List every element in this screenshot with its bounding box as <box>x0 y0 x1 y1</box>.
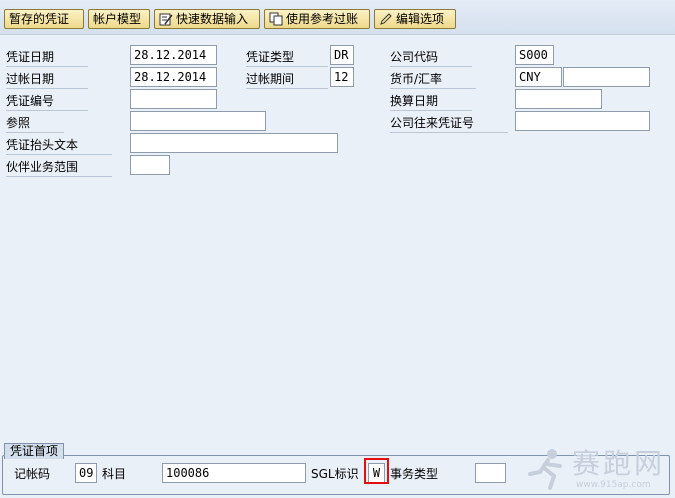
copy-document-icon <box>269 12 283 26</box>
fast-data-entry-label: 快速数据输入 <box>176 12 249 26</box>
watermark-url: www.915ap.com <box>576 480 651 490</box>
post-with-reference-button[interactable]: 使用参考过账 <box>264 9 370 29</box>
posting-date-label: 过帐日期 <box>6 72 89 89</box>
partner-business-area-label: 伙伴业务范围 <box>6 160 113 177</box>
company-code-label: 公司代码 <box>390 50 473 67</box>
header-text-field[interactable] <box>130 133 338 153</box>
fast-data-entry-button[interactable]: 快速数据输入 <box>154 9 260 29</box>
highlight-box <box>364 458 389 484</box>
account-field[interactable]: 100086 <box>162 463 306 483</box>
cross-company-number-field[interactable] <box>515 111 650 131</box>
cross-company-number-label: 公司往来凭证号 <box>390 116 509 133</box>
translation-date-field[interactable] <box>515 89 602 109</box>
watermark-text: 赛跑网 <box>572 447 666 480</box>
parked-documents-label: 暂存的凭证 <box>9 12 70 26</box>
exchange-rate-field[interactable] <box>563 67 650 87</box>
post-with-reference-label: 使用参考过账 <box>286 12 359 26</box>
pencil-icon <box>379 12 393 26</box>
document-number-field[interactable] <box>130 89 217 109</box>
parked-documents-button[interactable]: 暂存的凭证 <box>4 9 84 29</box>
account-model-label: 帐户模型 <box>93 12 142 26</box>
transaction-type-label: 事务类型 <box>390 467 439 481</box>
editing-options-label: 编辑选项 <box>396 12 445 26</box>
reference-label: 参照 <box>6 116 65 133</box>
posting-date-field[interactable]: 28.12.2014 <box>130 67 217 87</box>
partner-business-area-field[interactable] <box>130 155 170 175</box>
running-figure-icon <box>528 449 562 490</box>
transaction-type-field[interactable] <box>475 463 506 483</box>
currency-field[interactable]: CNY <box>515 67 562 87</box>
first-line-item-title: 凭证首项 <box>4 443 65 459</box>
document-type-label: 凭证类型 <box>246 50 329 67</box>
form-edit-icon <box>159 12 173 26</box>
document-number-label: 凭证编号 <box>6 94 89 111</box>
editing-options-button[interactable]: 编辑选项 <box>374 9 456 29</box>
posting-period-field[interactable]: 12 <box>330 67 354 87</box>
document-date-field[interactable]: 28.12.2014 <box>130 45 217 65</box>
reference-field[interactable] <box>130 111 266 131</box>
account-label: 科目 <box>102 467 127 481</box>
application-toolbar: 暂存的凭证 帐户模型 快速数据输入 使用参考过账 编辑选项 <box>0 0 675 35</box>
currency-rate-label: 货币/汇率 <box>390 72 477 89</box>
account-model-button[interactable]: 帐户模型 <box>88 9 150 29</box>
company-code-field[interactable]: S000 <box>515 45 554 65</box>
document-type-field[interactable]: DR <box>330 45 354 65</box>
posting-key-field[interactable]: 09 <box>75 463 97 483</box>
posting-key-label: 记帐码 <box>14 467 51 481</box>
header-text-label: 凭证抬头文本 <box>6 138 113 155</box>
posting-period-label: 过帐期间 <box>246 72 329 89</box>
special-gl-indicator-label: SGL标识 <box>311 467 359 481</box>
translation-date-label: 换算日期 <box>390 94 473 111</box>
document-date-label: 凭证日期 <box>6 50 89 67</box>
watermark: 赛跑网 www.915ap.com <box>520 442 675 498</box>
